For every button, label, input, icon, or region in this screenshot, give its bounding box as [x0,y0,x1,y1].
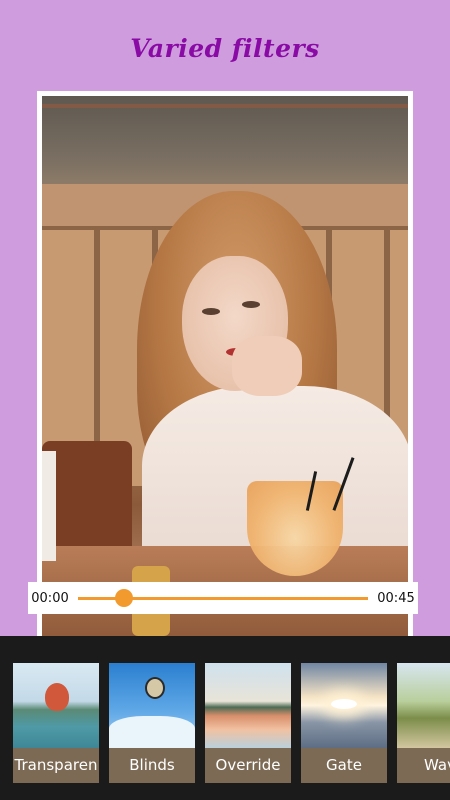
filter-thumbnail [301,663,387,748]
seek-knob[interactable] [115,589,134,607]
photo-rail [42,104,408,108]
filter-item-blinds[interactable]: Blinds [109,663,195,783]
filter-item-override[interactable]: Override [205,663,291,783]
sun-graphic [331,699,357,709]
preview-photo[interactable] [42,96,408,641]
playback-bar: 00:00 00:45 [28,582,418,614]
filter-item-transparent[interactable]: Transparen [13,663,99,783]
preview-frame [37,91,413,641]
photo-wall [42,96,408,186]
filter-thumbnail [109,663,195,748]
balloon-graphic [45,683,69,711]
seek-track[interactable] [78,589,368,607]
filter-thumbnail [397,663,450,748]
photo-hand [232,336,302,396]
filter-label: Blinds [109,748,195,783]
current-time: 00:00 [31,590,69,606]
filter-item-gate[interactable]: Gate [301,663,387,783]
photo-bottle [42,451,56,561]
filter-label: Gate [301,748,387,783]
filter-thumbnail [205,663,291,748]
photo-eye-left [202,308,220,315]
page-title: Varied filters [130,34,320,63]
filter-bar: Transparen Blinds Override Gate Wav [0,636,450,800]
photo-eye-right [242,301,260,308]
filter-label: Override [205,748,291,783]
balloon-graphic [145,677,165,699]
total-time: 00:45 [377,590,415,606]
filter-thumbnail [13,663,99,748]
filter-item-wave[interactable]: Wav [397,663,450,783]
filter-label: Transparen [13,748,99,783]
cloud-graphic [109,716,195,748]
filter-label: Wav [397,748,450,783]
filter-list: Transparen Blinds Override Gate Wav [13,663,450,783]
photo-glass [247,481,343,576]
